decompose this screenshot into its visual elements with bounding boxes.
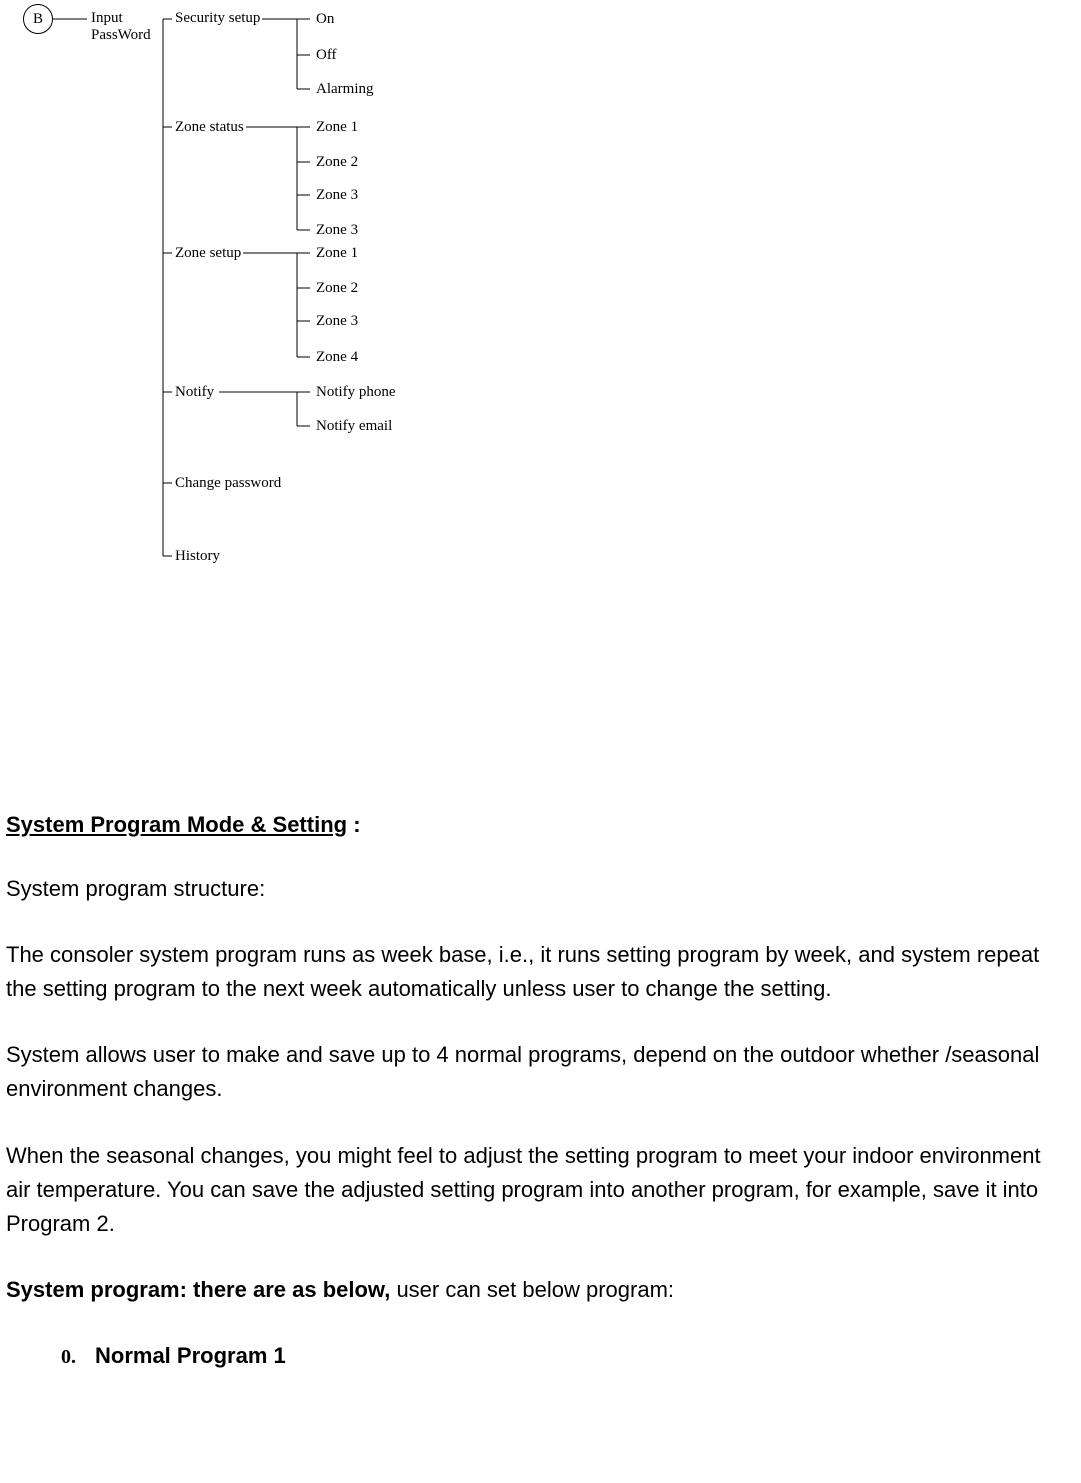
tree-leaf-zone-a3: Zone 3 (316, 187, 358, 204)
paragraph-setbelow-bold: System program: there are as below, (6, 1277, 390, 1302)
tree-root-label-1: Input (91, 10, 123, 27)
tree-branch-notify: Notify (175, 384, 214, 401)
tree-branch-zone-setup: Zone setup (175, 245, 241, 262)
tree-leaf-off: Off (316, 47, 337, 64)
paragraph-structure: System program structure: (6, 872, 1066, 906)
heading-underlined-text: System Program Mode & Setting (6, 812, 347, 837)
paragraph-setbelow-rest: user can set below program: (390, 1277, 674, 1302)
badge-b: B (23, 4, 53, 34)
tree-leaf-zone-a4: Zone 3 (316, 222, 358, 239)
tree-leaf-zone-b2: Zone 2 (316, 280, 358, 297)
paragraph-seasonal: When the seasonal changes, you might fee… (6, 1139, 1066, 1241)
list-number: 0. (61, 1342, 79, 1373)
section-heading: System Program Mode & Setting : (6, 808, 1066, 842)
tree-branch-security-setup: Security setup (175, 10, 260, 27)
tree-branch-history: History (175, 548, 220, 565)
tree-leaf-zone-b1: Zone 1 (316, 245, 358, 262)
menu-tree-diagram: B (0, 0, 1081, 600)
paragraph-4programs: System allows user to make and save up t… (6, 1038, 1066, 1106)
paragraph-setbelow: System program: there are as below, user… (6, 1273, 1066, 1307)
tree-branch-zone-status: Zone status (175, 119, 244, 136)
program-list-item: 0. Normal Program 1 (61, 1339, 1066, 1373)
tree-leaf-notify-email: Notify email (316, 418, 392, 435)
tree-root-label-2: PassWord (91, 27, 151, 44)
tree-leaf-zone-b4: Zone 4 (316, 349, 358, 366)
heading-suffix: : (347, 812, 360, 837)
tree-leaf-notify-phone: Notify phone (316, 384, 396, 401)
tree-leaf-zone-a1: Zone 1 (316, 119, 358, 136)
list-text: Normal Program 1 (95, 1339, 286, 1373)
tree-lines (0, 0, 1081, 600)
paragraph-weekbase: The consoler system program runs as week… (6, 938, 1066, 1006)
tree-branch-change-password: Change password (175, 475, 281, 492)
tree-leaf-zone-a2: Zone 2 (316, 154, 358, 171)
tree-leaf-on: On (316, 11, 334, 28)
document-content: System Program Mode & Setting : System p… (6, 808, 1066, 1373)
tree-leaf-alarming: Alarming (316, 81, 374, 98)
tree-leaf-zone-b3: Zone 3 (316, 313, 358, 330)
